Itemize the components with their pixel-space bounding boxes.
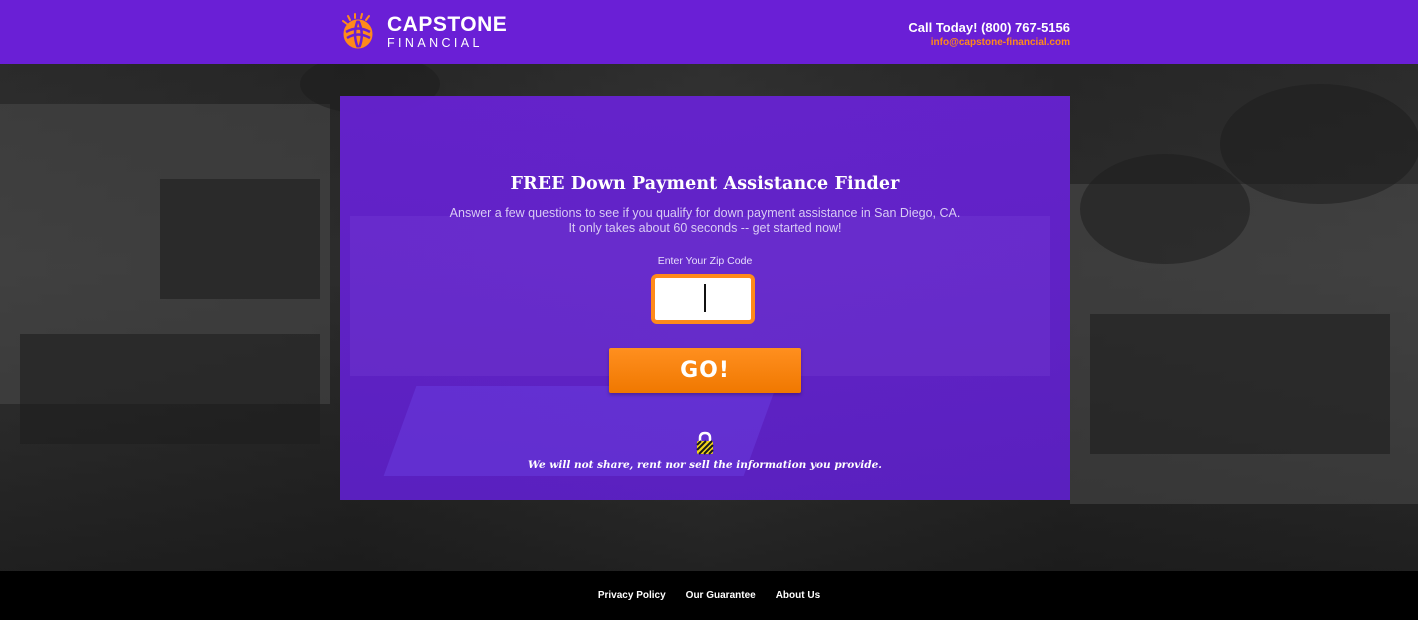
phone-number[interactable]: Call Today! (800) 767-5156 xyxy=(908,20,1070,35)
logo-subtitle: FINANCIAL xyxy=(387,36,483,51)
subtitle-line-1: Answer a few questions to see if you qua… xyxy=(449,206,961,220)
text-caret xyxy=(704,284,706,312)
privacy-note: We will not share, rent nor sell the inf… xyxy=(528,459,882,471)
email-link[interactable]: info@capstone-financial.com xyxy=(908,37,1070,48)
zip-code-input[interactable] xyxy=(651,274,755,324)
logo-name: CAPSTONE xyxy=(387,13,508,37)
site-header: CAPSTONE FINANCIAL Call Today! (800) 767… xyxy=(0,0,1418,64)
footer-link-about-us[interactable]: About Us xyxy=(776,590,820,601)
subtitle-line-2: It only takes about 60 seconds -- get st… xyxy=(568,221,842,235)
go-button[interactable]: GO! xyxy=(609,348,801,393)
form-subtitle: Answer a few questions to see if you qua… xyxy=(340,206,1070,236)
logo[interactable]: CAPSTONE FINANCIAL xyxy=(339,12,507,52)
form-panel: FREE Down Payment Assistance Finder Answ… xyxy=(340,96,1070,500)
site-footer: Privacy Policy Our Guarantee About Us xyxy=(0,571,1418,620)
footer-link-privacy-policy[interactable]: Privacy Policy xyxy=(598,590,666,601)
globe-icon xyxy=(342,13,373,49)
footer-link-our-guarantee[interactable]: Our Guarantee xyxy=(686,590,756,601)
lock-icon xyxy=(696,431,714,455)
form-title: FREE Down Payment Assistance Finder xyxy=(510,174,900,194)
zip-label: Enter Your Zip Code xyxy=(657,255,753,267)
contact-info: Call Today! (800) 767-5156 info@capstone… xyxy=(908,20,1070,48)
